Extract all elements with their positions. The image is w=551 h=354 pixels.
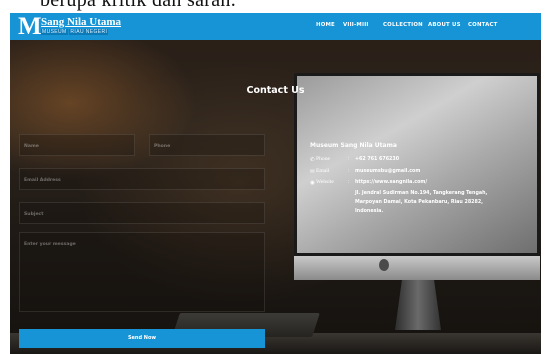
phone-colon: : (348, 156, 350, 162)
phone-label: Phone (316, 156, 330, 162)
background-monitor-chin (294, 256, 540, 280)
background-monitor-stand (395, 280, 441, 330)
subject-input[interactable]: Subject (19, 202, 265, 224)
website-colon: : (348, 179, 350, 185)
logo-tagline-right: RIAU NEGERI (69, 29, 109, 35)
website-value[interactable]: https://www.sangnila.com/ (355, 178, 427, 187)
nav-home[interactable]: HOME (316, 22, 335, 28)
envelope-icon: ✉ (310, 169, 315, 175)
nav-contact[interactable]: CONTACT (468, 22, 498, 28)
address-line-3: Indonesia. (355, 209, 384, 214)
contact-info-title: Museum Sang Nila Utama (310, 142, 397, 149)
top-navbar: M Sang Nila Utama MUSEUM RIAU NEGERI HOM… (10, 13, 541, 40)
nav-about-us[interactable]: ABOUT US (428, 22, 461, 28)
message-textarea[interactable]: Enter your message (19, 232, 265, 312)
logo-icon[interactable]: M (18, 14, 42, 39)
phone-value[interactable]: +62 761 676230 (355, 155, 399, 164)
send-now-button[interactable]: Send Now (19, 329, 265, 348)
apple-logo-icon (379, 259, 389, 271)
logo-tagline: MUSEUM RIAU NEGERI (41, 29, 109, 35)
email-value[interactable]: museumsbu@gmail.com (355, 167, 420, 176)
email-colon: : (348, 168, 350, 174)
museum-webpage: M Sang Nila Utama MUSEUM RIAU NEGERI HOM… (10, 13, 541, 354)
website-label: Website (316, 179, 334, 185)
page-title: Contact Us (246, 85, 305, 96)
email-input[interactable]: Email Address (19, 168, 265, 190)
globe-icon: ◉ (310, 180, 315, 186)
address-line-1: Jl. Jendral Sudirman No.194, Tangkerang … (355, 191, 488, 196)
logo-tagline-left: MUSEUM (41, 29, 68, 35)
name-input[interactable]: Name (19, 134, 135, 156)
address-line-2: Marpoyan Damai, Kota Pekanbaru, Riau 282… (355, 200, 483, 205)
background-monitor (294, 73, 540, 256)
email-label: Email (316, 168, 330, 174)
document-text-line: berupa kritik dan saran. (40, 0, 237, 11)
phone-input[interactable]: Phone (149, 134, 265, 156)
phone-icon: ✆ (310, 157, 315, 163)
nav-collection[interactable]: COLLECTION (383, 22, 423, 28)
nav-vmiii[interactable]: VIII-MIII (343, 22, 369, 28)
logo-name[interactable]: Sang Nila Utama (41, 16, 121, 28)
